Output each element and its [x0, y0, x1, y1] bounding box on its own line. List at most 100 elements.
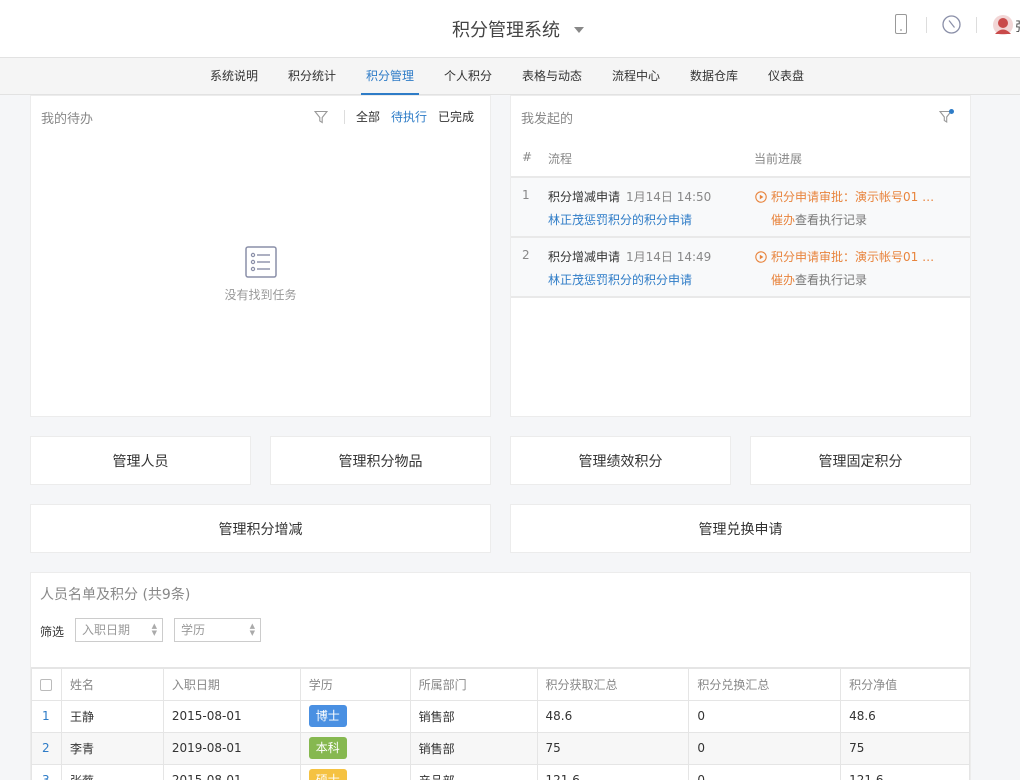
col-process: 流程: [548, 152, 573, 166]
manage-performance-button[interactable]: 管理绩效积分: [510, 436, 731, 485]
tab-personal-points[interactable]: 个人积分: [439, 58, 497, 95]
col-points-net[interactable]: 积分净值: [840, 667, 970, 701]
col-progress: 当前进展: [754, 152, 803, 166]
view-record-link[interactable]: 查看执行记录: [795, 273, 867, 287]
row-index: 1: [31, 699, 62, 733]
tab-system-info[interactable]: 系统说明: [205, 58, 263, 95]
avatar[interactable]: [992, 14, 1014, 36]
cell-earned: 121.6: [536, 763, 690, 780]
staff-table: 姓名 入职日期 学历 所属部门 积分获取汇总 积分兑换汇总 积分净值 1 王静 …: [31, 667, 970, 780]
manage-exchange-button[interactable]: 管理兑换申请: [510, 504, 971, 553]
col-hire-date[interactable]: 入职日期: [162, 667, 301, 701]
tab-tables-activity[interactable]: 表格与动态: [517, 58, 587, 95]
cell-name: 张蔡: [60, 763, 164, 780]
todo-filter-links: 全部 待执行 已完成: [356, 108, 474, 125]
tab-points-stats[interactable]: 积分统计: [283, 58, 341, 95]
progress-status[interactable]: 积分申请审批：演示帐号01 …: [755, 188, 934, 205]
cell-net: 121.6: [840, 763, 970, 780]
filter-all[interactable]: 全部: [356, 108, 380, 125]
process-label: 积分增减申请: [548, 190, 621, 204]
col-points-redeemed[interactable]: 积分兑换汇总: [688, 667, 842, 701]
filter-pending[interactable]: 待执行: [391, 108, 427, 125]
row-number: 1: [522, 188, 530, 202]
sort-arrows-icon: ▲ ▼: [249, 622, 255, 637]
tab-process-center[interactable]: 流程中心: [607, 58, 665, 95]
process-time: 1月14日 14:50: [626, 190, 712, 204]
initiated-card: 我发起的 # 流程 当前进展 1 积分增减申请 1月14日 14:50 林正茂惩罚…: [510, 95, 971, 417]
cell-hire-date: 2015-08-01: [162, 699, 301, 733]
staff-list-card: 人员名单及积分 (共9条) 筛选 入职日期 ▲ ▼ 学历 ▲ ▼ 姓名 入职日期 学…: [30, 572, 971, 780]
education-badge: 博士: [308, 705, 347, 727]
progress-actions: 催办查看执行记录: [771, 271, 867, 288]
filter-label: 筛选: [40, 625, 65, 639]
select-all-checkbox[interactable]: [40, 678, 52, 691]
table-row[interactable]: 1 王静 2015-08-01 博士 销售部 48.6 0 48.6: [31, 699, 970, 733]
cell-education: 博士: [299, 699, 411, 733]
urge-link[interactable]: 催办: [771, 273, 795, 287]
row-number: 2: [522, 248, 530, 262]
tab-data-warehouse[interactable]: 数据仓库: [685, 58, 743, 95]
cell-redeemed: 0: [688, 699, 842, 733]
app-title-dropdown[interactable]: 积分管理系统: [0, 0, 1020, 58]
divider: [926, 17, 927, 33]
cell-department: 产品部: [409, 763, 538, 780]
tab-dashboard[interactable]: 仪表盘: [763, 58, 809, 95]
education-badge: 本科: [308, 737, 347, 759]
nav-bar: 系统说明 积分统计 积分管理 个人积分 表格与动态 流程中心 数据仓库 仪表盘: [0, 58, 1020, 95]
education-badge: 硕士: [308, 769, 347, 780]
cell-redeemed: 0: [688, 763, 842, 780]
process-name: 积分增减申请 1月14日 14:49: [548, 248, 711, 265]
education-select[interactable]: 学历 ▲ ▼: [174, 618, 261, 642]
top-bar: 积分管理系统 张: [0, 0, 1020, 58]
col-department[interactable]: 所属部门: [409, 667, 538, 701]
col-points-earned[interactable]: 积分获取汇总: [536, 667, 690, 701]
empty-text: 没有找到任务: [224, 288, 297, 302]
progress-status[interactable]: 积分申请审批：演示帐号01 …: [755, 248, 934, 265]
progress-actions: 催办查看执行记录: [771, 211, 867, 228]
divider: [976, 17, 977, 33]
process-name: 积分增减申请 1月14日 14:50: [548, 188, 711, 205]
initiated-title: 我发起的: [521, 112, 574, 127]
manage-adjust-button[interactable]: 管理积分增减: [30, 504, 491, 553]
user-name-partial: 张: [1015, 16, 1020, 35]
process-time: 1月14日 14:49: [626, 250, 712, 264]
table-header: 姓名 入职日期 学历 所属部门 积分获取汇总 积分兑换汇总 积分净值: [31, 667, 970, 701]
filter-icon[interactable]: [314, 110, 328, 124]
process-row[interactable]: 1 积分增减申请 1月14日 14:50 林正茂惩罚积分的积分申请 积分申请审批：…: [511, 176, 970, 236]
view-record-link[interactable]: 查看执行记录: [795, 213, 867, 227]
todo-card: 我的待办 全部 待执行 已完成 没有找到任务: [30, 95, 491, 417]
filter-icon[interactable]: [939, 109, 955, 125]
cell-redeemed: 0: [688, 731, 842, 765]
process-link[interactable]: 林正茂惩罚积分的积分申请: [548, 271, 692, 288]
mobile-icon[interactable]: [895, 14, 907, 34]
progress-text: 积分申请审批：演示帐号01 …: [771, 190, 935, 204]
filter-done[interactable]: 已完成: [438, 108, 474, 125]
col-num: #: [522, 150, 533, 164]
cell-education: 本科: [299, 731, 411, 765]
process-label: 积分增减申请: [548, 250, 621, 264]
col-education[interactable]: 学历: [299, 667, 411, 701]
chevron-down-icon: [574, 27, 584, 33]
cell-education: 硕士: [299, 763, 411, 780]
table-row[interactable]: 2 李青 2019-08-01 本科 销售部 75 0 75: [31, 731, 970, 765]
process-link[interactable]: 林正茂惩罚积分的积分申请: [548, 211, 692, 228]
manage-items-button[interactable]: 管理积分物品: [270, 436, 491, 485]
col-name[interactable]: 姓名: [60, 667, 164, 701]
manage-people-button[interactable]: 管理人员: [30, 436, 251, 485]
process-row[interactable]: 2 积分增减申请 1月14日 14:49 林正茂惩罚积分的积分申请 积分申请审批：…: [511, 236, 970, 298]
app-title: 积分管理系统: [452, 20, 560, 41]
tab-points-management[interactable]: 积分管理: [361, 58, 420, 95]
urge-link[interactable]: 催办: [771, 213, 795, 227]
cell-name: 王静: [60, 699, 164, 733]
table-row[interactable]: 3 张蔡 2015-08-01 硕士 产品部 121.6 0 121.6: [31, 763, 970, 780]
cell-department: 销售部: [409, 699, 538, 733]
hire-date-placeholder: 入职日期: [82, 623, 131, 637]
sort-arrows-icon: ▲ ▼: [151, 622, 157, 637]
row-index: 3: [31, 763, 62, 780]
staff-list-title: 人员名单及积分 (共9条): [40, 587, 191, 603]
cell-hire-date: 2015-08-01: [162, 763, 301, 780]
cell-department: 销售部: [409, 731, 538, 765]
manage-fixed-button[interactable]: 管理固定积分: [750, 436, 971, 485]
hire-date-select[interactable]: 入职日期 ▲ ▼: [75, 618, 163, 642]
compass-icon[interactable]: [942, 15, 961, 34]
